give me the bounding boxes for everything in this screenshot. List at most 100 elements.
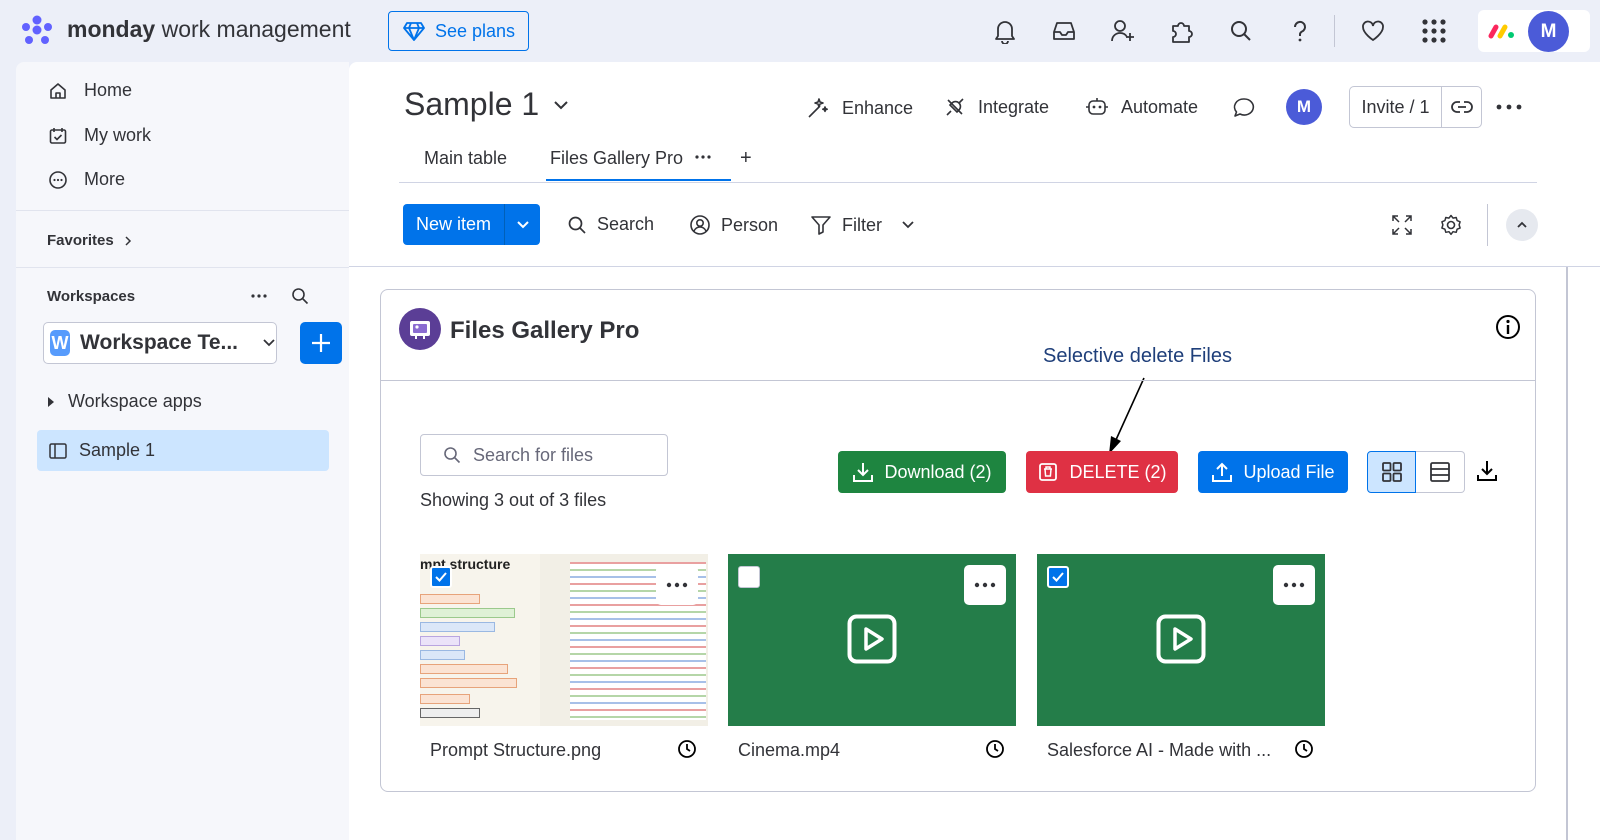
thumbnail-block (420, 608, 515, 618)
sidebar-item-sample-1[interactable]: Sample 1 (37, 430, 329, 471)
files-gallery-app-icon (399, 308, 441, 350)
chevron-down-icon[interactable] (504, 204, 540, 245)
file-thumbnail[interactable]: mpt structure (420, 554, 708, 726)
diamond-icon (403, 21, 425, 41)
workspace-apps-toggle[interactable]: Workspace apps (46, 391, 202, 412)
sidebar-item-more[interactable]: More (48, 169, 125, 190)
board-menu-icon[interactable] (1495, 97, 1523, 117)
board-member-avatar[interactable]: M (1286, 89, 1322, 125)
new-item-button[interactable]: New item (403, 204, 540, 245)
file-thumbnail[interactable] (1037, 554, 1325, 726)
monday-logo-icon[interactable] (20, 14, 54, 46)
file-history-clock-icon[interactable] (677, 739, 697, 759)
copy-link-icon[interactable] (1442, 87, 1481, 127)
add-workspace-button[interactable] (300, 322, 342, 364)
file-thumbnail[interactable] (728, 554, 1016, 726)
user-avatar[interactable]: M (1528, 11, 1569, 52)
file-menu-button[interactable] (1273, 565, 1315, 605)
file-card[interactable]: Salesforce AI - Made with ... (1037, 554, 1325, 760)
caret-right-icon (46, 396, 56, 408)
invite-button[interactable]: Invite / 1 (1350, 87, 1442, 127)
search-icon (443, 446, 461, 464)
main-board-area: Sample 1 Enhance Integrate Automate M In… (349, 62, 1600, 840)
file-menu-button[interactable] (656, 565, 698, 605)
tab-files-gallery-pro[interactable]: Files Gallery Pro (550, 148, 683, 169)
board-icon (49, 442, 67, 459)
active-tab-indicator (546, 179, 731, 181)
add-view-button[interactable]: + (740, 147, 752, 170)
tab-main-table[interactable]: Main table (424, 148, 507, 169)
apps-grid-icon[interactable] (1420, 17, 1448, 45)
file-search-placeholder: Search for files (473, 444, 594, 465)
sidebar-item-home[interactable]: Home (48, 80, 132, 101)
file-name: Prompt Structure.png (430, 740, 602, 760)
video-play-icon[interactable] (1156, 614, 1206, 664)
favorites-toggle[interactable]: Favorites (47, 232, 132, 249)
collapse-header-button[interactable] (1506, 209, 1538, 241)
search-button[interactable]: Search (567, 214, 654, 235)
thumbnail-block (420, 622, 495, 632)
delete-button[interactable]: DELETE (2) (1026, 451, 1178, 493)
workspace-options-icon[interactable] (249, 286, 269, 306)
workspace-search-icon[interactable] (290, 286, 310, 306)
bell-icon[interactable] (991, 17, 1019, 45)
integrate-button[interactable]: Integrate (944, 96, 1049, 118)
inbox-icon[interactable] (1050, 17, 1078, 45)
tabs-divider (399, 182, 1537, 183)
download-button[interactable]: Download (2) (838, 451, 1006, 493)
chevron-down-icon (553, 100, 569, 110)
fullscreen-icon[interactable] (1390, 213, 1414, 237)
list-view-icon (1429, 461, 1451, 483)
workspace-name: Workspace Te... (80, 331, 238, 354)
video-play-icon[interactable] (847, 614, 897, 664)
upload-icon (1211, 461, 1233, 483)
see-plans-button[interactable]: See plans (388, 11, 529, 51)
grid-view-icon (1381, 461, 1403, 483)
more-horizontal-icon (666, 582, 688, 588)
workspace-selector[interactable]: W Workspace Te... (43, 322, 277, 364)
heart-icon[interactable] (1359, 17, 1387, 45)
thumbnail-block (420, 708, 480, 718)
robot-icon (1085, 96, 1109, 118)
automate-button[interactable]: Automate (1085, 96, 1198, 118)
list-view-button[interactable] (1416, 451, 1465, 493)
file-card[interactable]: Cinema.mp4 (728, 554, 1016, 760)
file-checkbox-checked[interactable] (1047, 566, 1069, 588)
enhance-button[interactable]: Enhance (806, 96, 913, 120)
file-card[interactable]: mpt structure Prompt Structure.png (420, 554, 708, 760)
file-history-clock-icon[interactable] (985, 739, 1005, 759)
upload-file-button[interactable]: Upload File (1198, 451, 1348, 493)
search-icon[interactable] (1227, 17, 1255, 45)
top-bar: monday work management See plans M (0, 0, 1600, 62)
download-all-icon[interactable] (1475, 459, 1499, 483)
file-checkbox-unchecked[interactable] (738, 566, 760, 588)
annotation-label: Selective delete Files (1043, 345, 1232, 367)
annotation-arrow (1101, 376, 1149, 456)
filter-button[interactable]: Filter (810, 214, 882, 236)
person-filter-button[interactable]: Person (689, 214, 778, 236)
file-checkbox-checked[interactable] (430, 566, 452, 588)
invite-members-icon[interactable] (1109, 17, 1137, 45)
download-icon (852, 461, 874, 483)
file-menu-button[interactable] (964, 565, 1006, 605)
thumbnail-block (420, 650, 465, 660)
tab-options-icon[interactable] (694, 150, 712, 164)
settings-gear-icon[interactable] (1439, 213, 1463, 237)
plug-icon (944, 96, 966, 118)
help-icon[interactable] (1286, 17, 1314, 45)
apps-puzzle-icon[interactable] (1168, 17, 1196, 45)
chevron-down-icon (262, 338, 276, 348)
updates-chat-icon[interactable] (1232, 96, 1256, 120)
info-icon[interactable] (1495, 314, 1521, 340)
file-history-clock-icon[interactable] (1294, 739, 1314, 759)
magic-wand-icon (806, 96, 830, 120)
board-title[interactable]: Sample 1 (404, 86, 569, 123)
account-switcher[interactable]: M (1478, 10, 1590, 52)
file-search-input[interactable]: Search for files (420, 434, 668, 476)
file-name: Salesforce AI - Made with ... (1047, 740, 1272, 760)
scrollbar[interactable] (1566, 267, 1568, 840)
grid-view-button[interactable] (1367, 451, 1416, 493)
filter-options-chevron-icon[interactable] (901, 220, 915, 230)
sidebar-item-my-work[interactable]: My work (48, 125, 151, 146)
more-horizontal-icon (974, 582, 996, 588)
